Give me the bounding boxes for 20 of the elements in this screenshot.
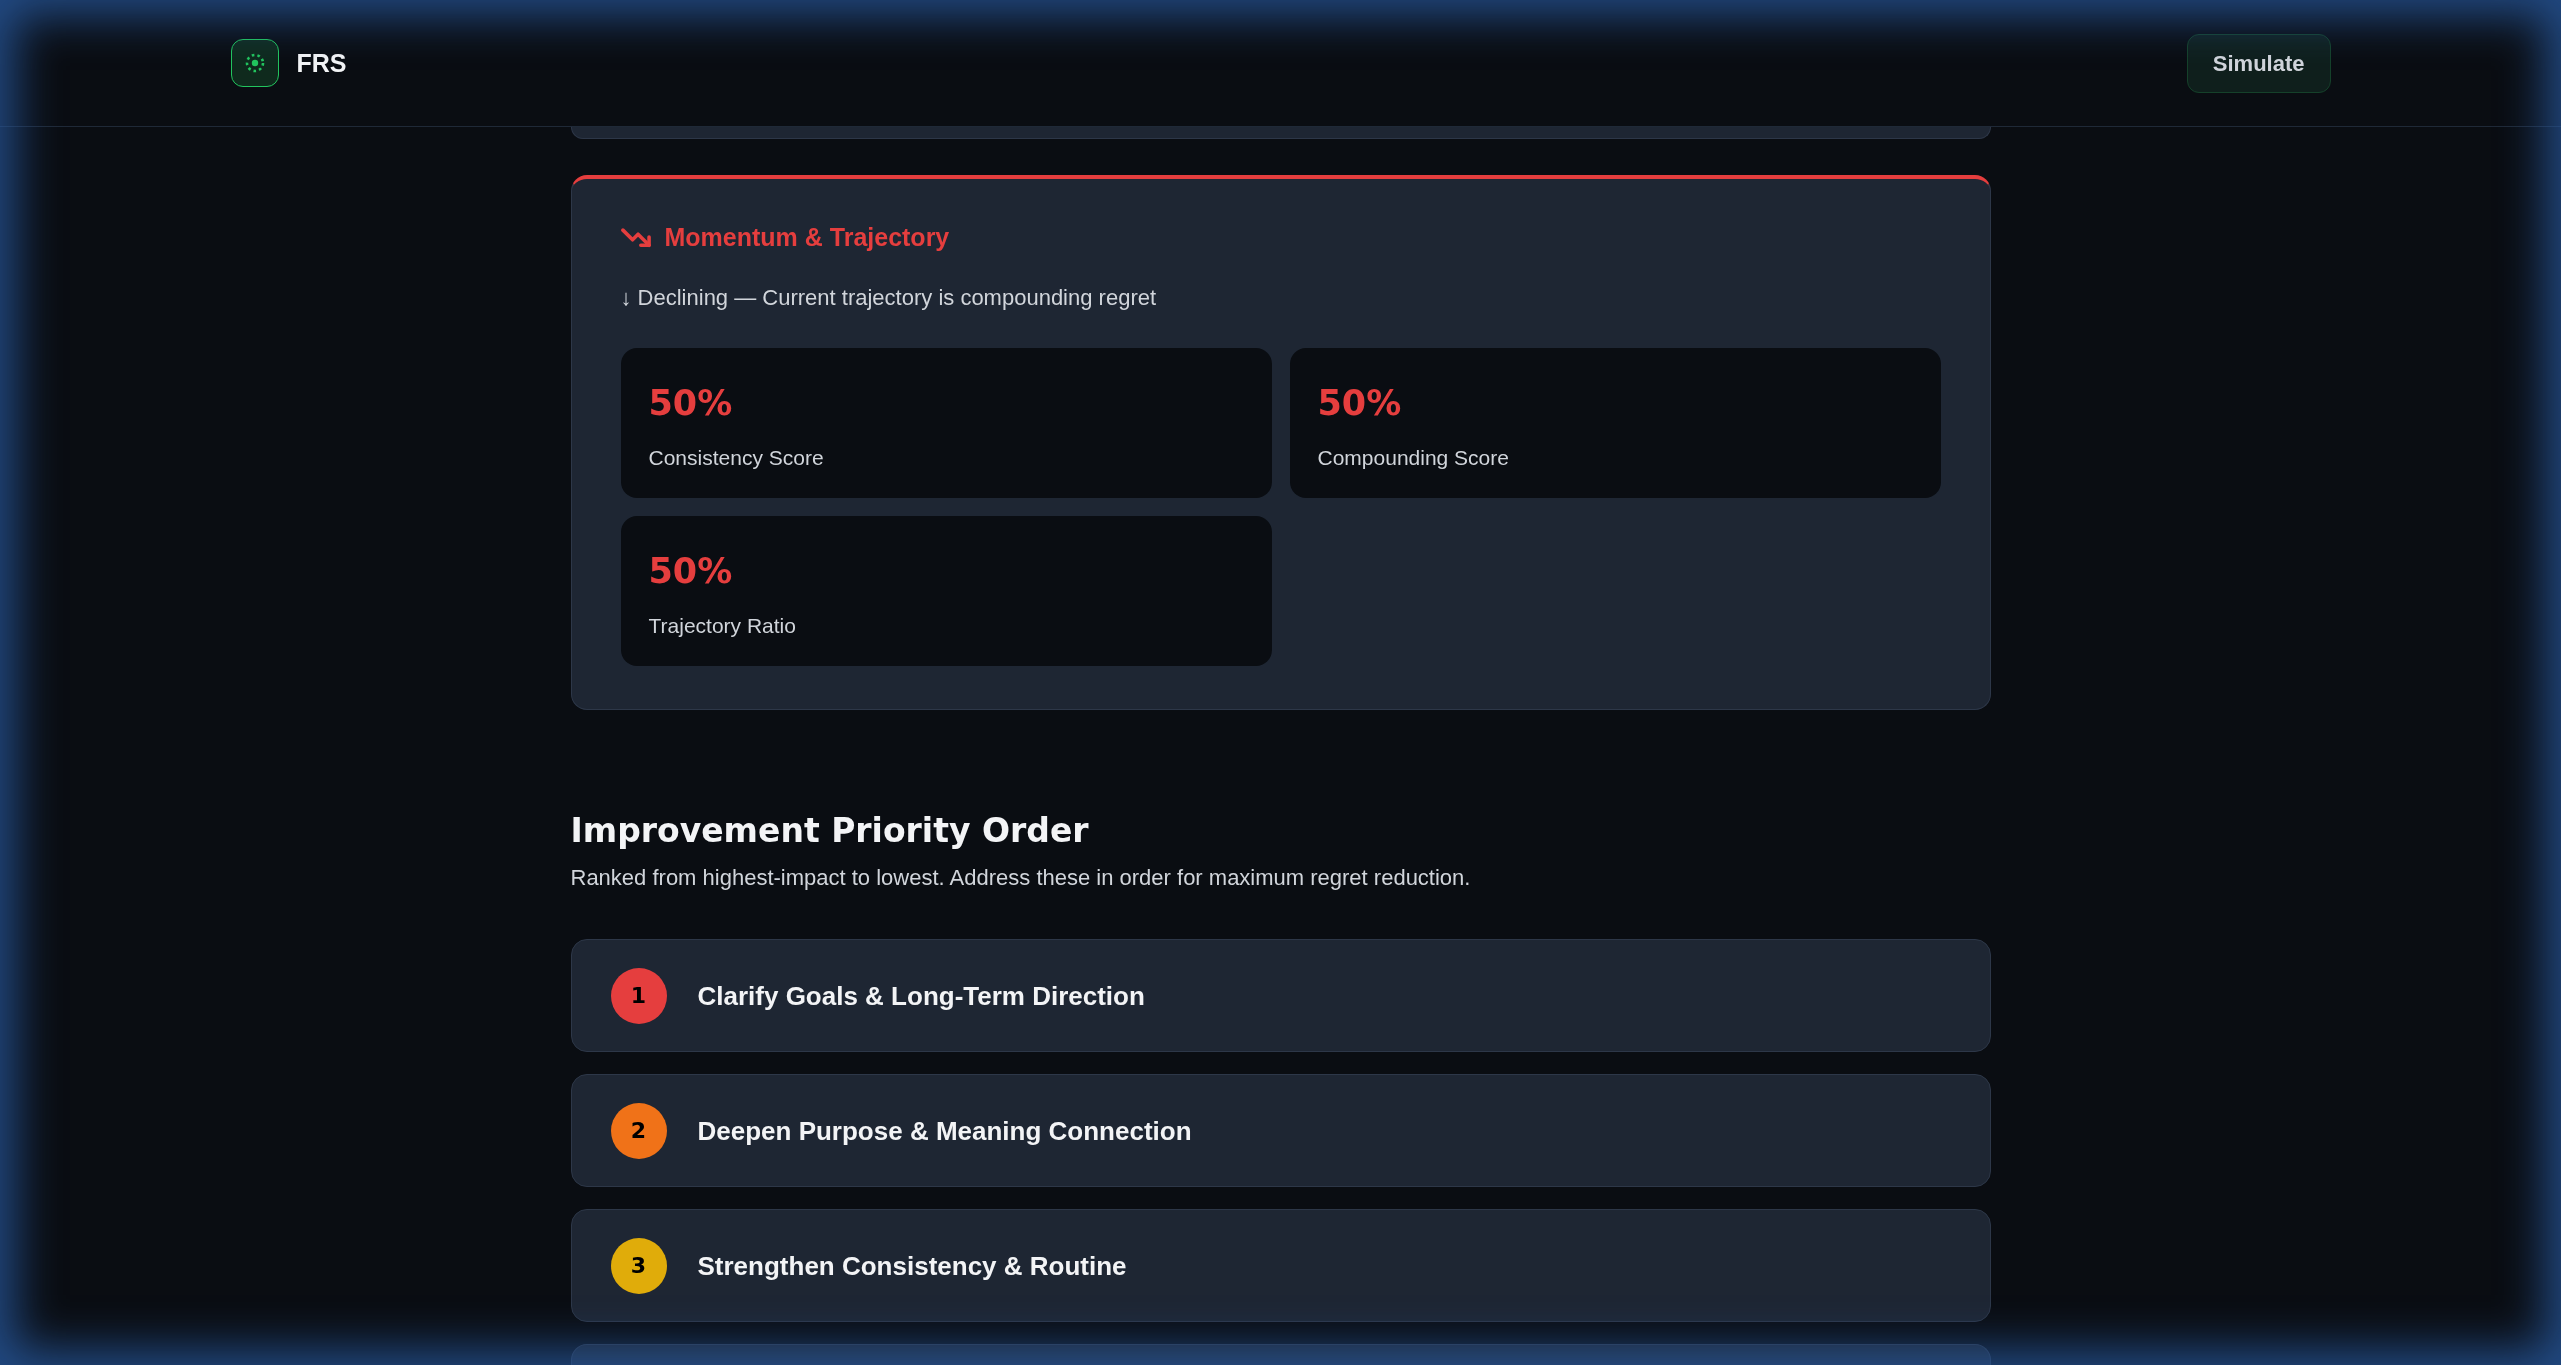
metric-label: Trajectory Ratio: [648, 613, 796, 639]
section-description: Ranked from highest-impact to lowest. Address these in order for maximum regret reduction.: [570, 864, 1471, 892]
rank-badge: 3: [610, 1237, 667, 1294]
metric-value: 50%: [1317, 382, 1402, 425]
priority-title: Strengthen Consistency & Routine: [697, 1249, 1127, 1282]
priority-title: Deepen Purpose & Meaning Connection: [697, 1114, 1192, 1147]
simulate-button[interactable]: Simulate: [2186, 33, 2331, 93]
dotted-ring-icon: [230, 39, 279, 87]
metric-value: 50%: [648, 550, 733, 593]
metric-label: Compounding Score: [1317, 445, 1509, 471]
rank-badge: 1: [610, 967, 667, 1024]
app-name: FRS: [296, 48, 347, 78]
priority-title: Clarify Goals & Long-Term Direction: [697, 979, 1145, 1012]
trend-down-icon: [620, 226, 651, 248]
trend-summary: ↓ Declining — Current trajectory is compounding regret: [620, 284, 1157, 312]
metric-value: 50%: [648, 382, 733, 425]
metric-label: Consistency Score: [648, 445, 824, 471]
rank-badge: 2: [610, 1102, 667, 1159]
section-title: Momentum & Trajectory: [664, 222, 950, 253]
section-heading: Improvement Priority Order: [570, 810, 1089, 852]
